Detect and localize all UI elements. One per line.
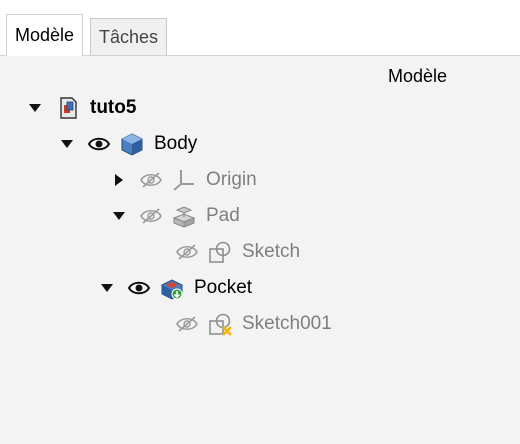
tree-item-tuto5[interactable]: tuto5 <box>28 92 136 124</box>
tree-item-origin[interactable]: Origin <box>112 164 257 196</box>
expand-arrow-icon[interactable] <box>60 137 74 151</box>
tree-item-pocket[interactable]: Pocket <box>100 272 252 304</box>
tree-item-label: Pocket <box>194 277 253 298</box>
expand-arrow-icon[interactable] <box>100 281 114 295</box>
expand-arrow-icon[interactable] <box>28 101 42 115</box>
eye-hidden-icon[interactable] <box>176 244 198 260</box>
tree-item-label: Origin <box>206 169 257 190</box>
tree-item-sketch[interactable]: Sketch <box>148 236 300 268</box>
origin-icon <box>172 168 196 192</box>
eye-hidden-icon[interactable] <box>176 316 198 332</box>
tree-item-label: Sketch <box>242 241 301 262</box>
tree-column-header: Modèle <box>388 66 448 86</box>
pad-icon <box>172 204 196 228</box>
tab-model[interactable]: Modèle <box>6 14 84 56</box>
eye-visible-icon[interactable] <box>88 136 110 152</box>
tree-item-body[interactable]: Body <box>60 128 197 160</box>
sketch-error-icon <box>208 312 232 336</box>
tree-item-label: Sketch001 <box>242 313 332 334</box>
sketch-icon <box>208 240 232 264</box>
body-icon <box>120 132 144 156</box>
eye-hidden-icon[interactable] <box>140 208 162 224</box>
tree-item-sketch001[interactable]: Sketch001 <box>148 308 332 340</box>
tree-item-label: tuto5 <box>90 97 137 118</box>
tree-item-pad[interactable]: Pad <box>112 200 240 232</box>
pocket-icon <box>160 276 184 300</box>
tree-item-label: Body <box>154 133 198 154</box>
tab-tasks[interactable]: Tâches <box>90 18 168 56</box>
tree-item-label: Pad <box>206 205 240 226</box>
eye-hidden-icon[interactable] <box>140 172 162 188</box>
eye-visible-icon[interactable] <box>128 280 150 296</box>
document-icon <box>56 96 80 120</box>
collapse-arrow-icon[interactable] <box>112 173 126 187</box>
expand-arrow-icon[interactable] <box>112 209 126 223</box>
